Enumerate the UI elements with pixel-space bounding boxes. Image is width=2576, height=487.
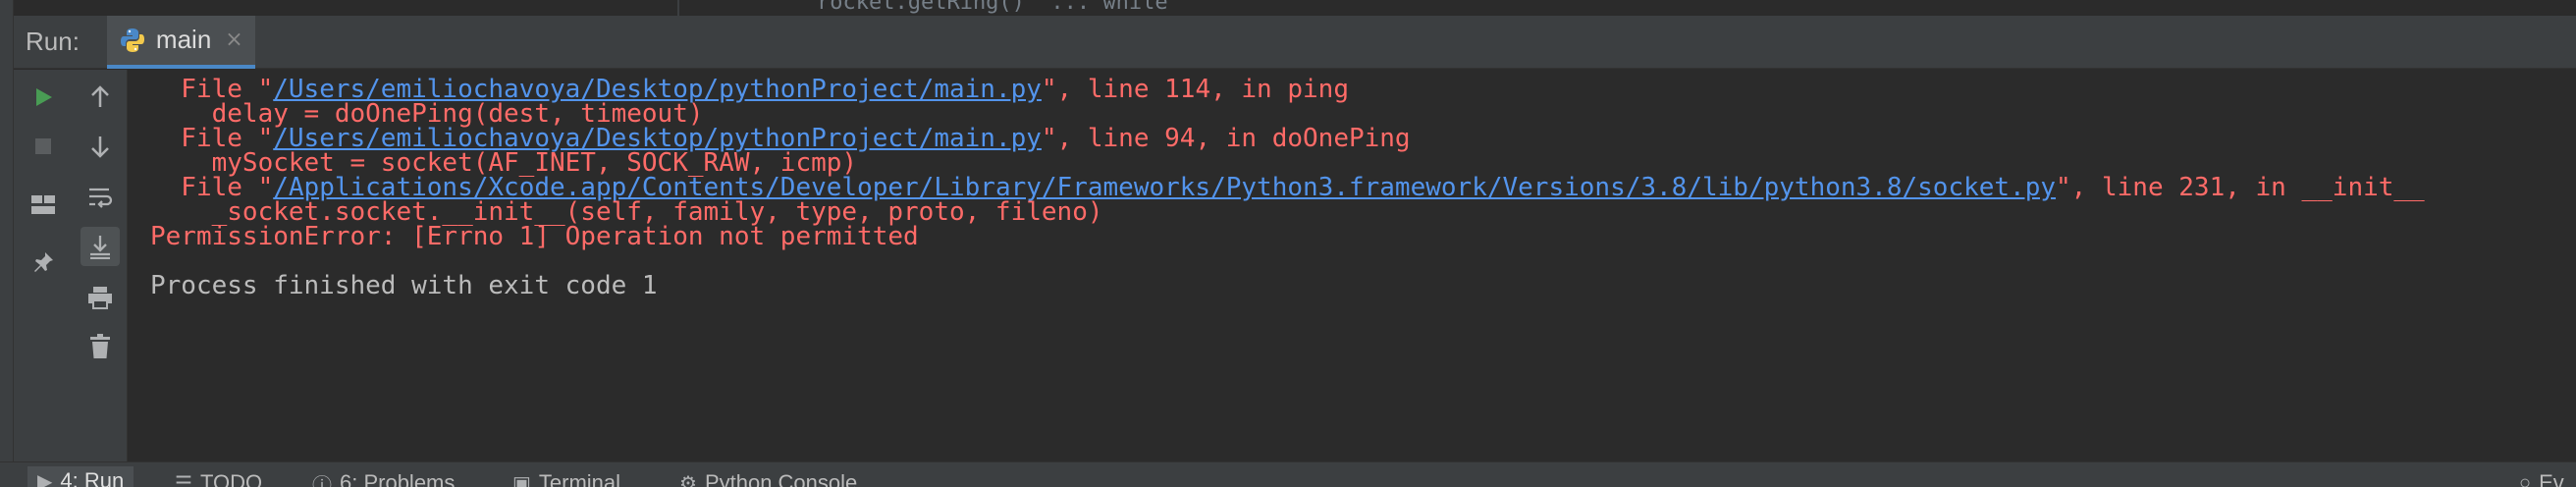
traceback-suffix: ", line 114, in ping (1041, 75, 1349, 104)
exception-message: PermissionError: [Errno 1] Operation not… (150, 222, 919, 251)
stop-button[interactable] (24, 127, 63, 166)
run-tab-label: main (155, 25, 212, 54)
bottom-tool-bar: ▶ 4: Run ☰ TODO ⓘ 6: Problems ▣ Terminal… (0, 461, 2576, 487)
run-tool-header: Run: main × (14, 15, 2576, 69)
editor-area-remnant: rocket.getRing() ... while (677, 0, 2576, 16)
python-icon (120, 27, 144, 52)
stop-icon (35, 138, 51, 154)
tool-tab-label: TODO (199, 470, 263, 487)
list-icon: ☰ (175, 472, 192, 487)
arrow-up-icon (91, 85, 109, 107)
scroll-to-end-button[interactable] (80, 227, 120, 266)
tool-tab-run[interactable]: ▶ 4: Run (27, 466, 134, 487)
process-exit-message: Process finished with exit code 1 (150, 271, 658, 300)
pin-tab-button[interactable] (24, 243, 63, 282)
clear-all-button[interactable] (80, 327, 120, 366)
rerun-button[interactable] (24, 78, 63, 117)
arrow-down-icon (91, 136, 109, 158)
left-tool-stripe (0, 0, 14, 461)
console-output[interactable]: ... File "/Users/emiliochavoya/Desktop/p… (129, 70, 2576, 461)
play-icon (36, 88, 52, 106)
event-log-tab[interactable]: ○ Ev (2519, 468, 2564, 487)
scroll-up-button[interactable] (80, 78, 120, 117)
soft-wrap-button[interactable] (80, 178, 120, 217)
print-icon (88, 287, 112, 309)
close-icon[interactable]: × (225, 27, 242, 52)
tool-tab-problems[interactable]: ⓘ 6: Problems (312, 468, 455, 487)
layout-icon (31, 195, 55, 214)
layout-button[interactable] (24, 186, 63, 225)
scroll-down-button[interactable] (80, 127, 120, 166)
terminal-icon: ▣ (512, 472, 531, 487)
tool-tab-terminal[interactable]: ▣ Terminal (512, 468, 620, 487)
tool-tab-label: Terminal (538, 470, 621, 487)
info-icon: ⓘ (312, 474, 332, 487)
tool-tab-label: Ev (2539, 470, 2564, 487)
pin-icon (34, 252, 53, 272)
print-button[interactable] (80, 278, 120, 317)
scroll-to-end-icon (90, 236, 110, 259)
python-icon: ⚙ (679, 472, 697, 487)
tool-tab-label: 4: Run (60, 468, 125, 487)
run-panel-title: Run: (26, 27, 80, 56)
run-toolbar-primary (14, 70, 73, 461)
soft-wrap-icon (89, 188, 113, 208)
ide-window: rocket.getRing() ... while Run: main × F… (0, 0, 2576, 487)
tool-tab-label: 6: Problems (340, 470, 456, 487)
tool-tab-todo[interactable]: ☰ TODO (175, 468, 262, 487)
tool-tab-label: Python Console (704, 470, 858, 487)
event-log-icon: ○ (2519, 471, 2532, 487)
trash-icon (90, 334, 110, 358)
run-tab-main[interactable]: main × (106, 15, 255, 69)
traceback-suffix: ", line 94, in doOnePing (1041, 124, 1411, 153)
editor-code-partial: rocket.getRing() ... while (817, 0, 1168, 15)
play-icon: ▶ (37, 470, 53, 487)
traceback-suffix: ", line 231, in __init__ (2056, 173, 2425, 202)
run-toolbar-secondary (73, 70, 128, 461)
tool-tab-python-console[interactable]: ⚙ Python Console (679, 468, 857, 487)
